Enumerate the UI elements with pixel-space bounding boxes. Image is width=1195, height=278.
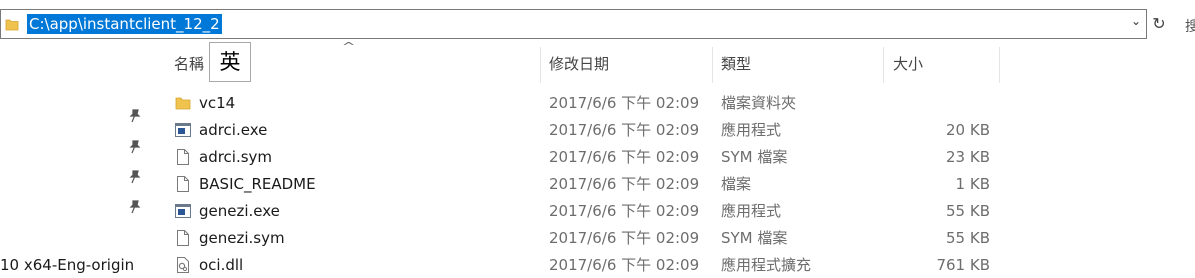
file-row[interactable]: adrci.exe 2017/6/6 下午 02:09 應用程式 20 KB: [0, 116, 1195, 143]
exe-icon: [175, 123, 191, 137]
file-row[interactable]: genezi.exe 2017/6/6 下午 02:09 應用程式 55 KB: [0, 197, 1195, 224]
file-size: 55 KB: [946, 229, 990, 247]
file-type: SYM 檔案: [721, 229, 788, 247]
refresh-icon[interactable]: ↻: [1150, 15, 1168, 33]
sort-ascending-icon: ^: [341, 40, 356, 53]
file-date: 2017/6/6 下午 02:09: [549, 121, 700, 139]
file-date: 2017/6/6 下午 02:09: [549, 202, 700, 220]
file-name[interactable]: vc14: [199, 92, 235, 114]
column-header-type[interactable]: 類型: [721, 51, 751, 77]
file-type: 檔案資料夾: [721, 94, 797, 112]
file-row[interactable]: BASIC_README 2017/6/6 下午 02:09 檔案 1 KB: [0, 170, 1195, 197]
file-name[interactable]: adrci.sym: [199, 146, 272, 168]
file-date: 2017/6/6 下午 02:09: [549, 229, 700, 247]
file-row[interactable]: adrci.sym 2017/6/6 下午 02:09 SYM 檔案 23 KB: [0, 143, 1195, 170]
file-type: 應用程式擴充: [721, 256, 812, 274]
file-date: 2017/6/6 下午 02:09: [549, 94, 700, 112]
file-size: 23 KB: [946, 148, 990, 166]
dll-icon: [177, 257, 189, 273]
file-size: 1 KB: [955, 175, 990, 193]
file-row[interactable]: oci.dll 2017/6/6 下午 02:09 應用程式擴充 761 KB: [0, 251, 1195, 278]
file-icon: [177, 149, 189, 165]
file-name[interactable]: oci.dll: [199, 254, 243, 276]
file-size: [880, 92, 990, 114]
file-row[interactable]: genezi.sym 2017/6/6 下午 02:09 SYM 檔案 55 K…: [0, 224, 1195, 251]
search-box-edge[interactable]: 搜: [1185, 16, 1195, 36]
column-divider[interactable]: [712, 47, 713, 83]
file-icon: [177, 230, 189, 246]
file-size: 55 KB: [946, 202, 990, 220]
file-name[interactable]: genezi.sym: [199, 227, 285, 249]
file-type: SYM 檔案: [721, 148, 788, 166]
ime-mode-indicator: 英: [209, 42, 251, 82]
file-icon: [177, 176, 189, 192]
exe-icon: [175, 204, 191, 218]
folder-icon: [175, 97, 191, 110]
column-header-size[interactable]: 大小: [893, 51, 923, 77]
file-name[interactable]: adrci.exe: [199, 119, 267, 141]
file-type: 應用程式: [721, 202, 782, 220]
column-header-date[interactable]: 修改日期: [549, 51, 609, 77]
file-name[interactable]: BASIC_README: [199, 173, 316, 195]
file-type: 檔案: [721, 175, 752, 193]
file-size: 20 KB: [946, 121, 990, 139]
file-size: 761 KB: [936, 256, 990, 274]
column-header-name[interactable]: 名稱: [174, 51, 204, 77]
file-date: 2017/6/6 下午 02:09: [549, 256, 700, 274]
column-divider[interactable]: [540, 47, 541, 83]
address-path-text[interactable]: C:\app\instantclient_12_2: [27, 14, 222, 34]
file-name[interactable]: genezi.exe: [199, 200, 280, 222]
file-row[interactable]: vc14 2017/6/6 下午 02:09 檔案資料夾: [0, 89, 1195, 116]
file-date: 2017/6/6 下午 02:09: [549, 175, 700, 193]
column-divider[interactable]: [883, 47, 884, 83]
chevron-down-icon[interactable]: ⌄: [1131, 14, 1141, 28]
file-date: 2017/6/6 下午 02:09: [549, 148, 700, 166]
column-divider[interactable]: [999, 47, 1000, 83]
address-bar[interactable]: C:\app\instantclient_12_2 ⌄: [0, 9, 1147, 39]
file-type: 應用程式: [721, 121, 782, 139]
folder-icon: [5, 19, 19, 31]
